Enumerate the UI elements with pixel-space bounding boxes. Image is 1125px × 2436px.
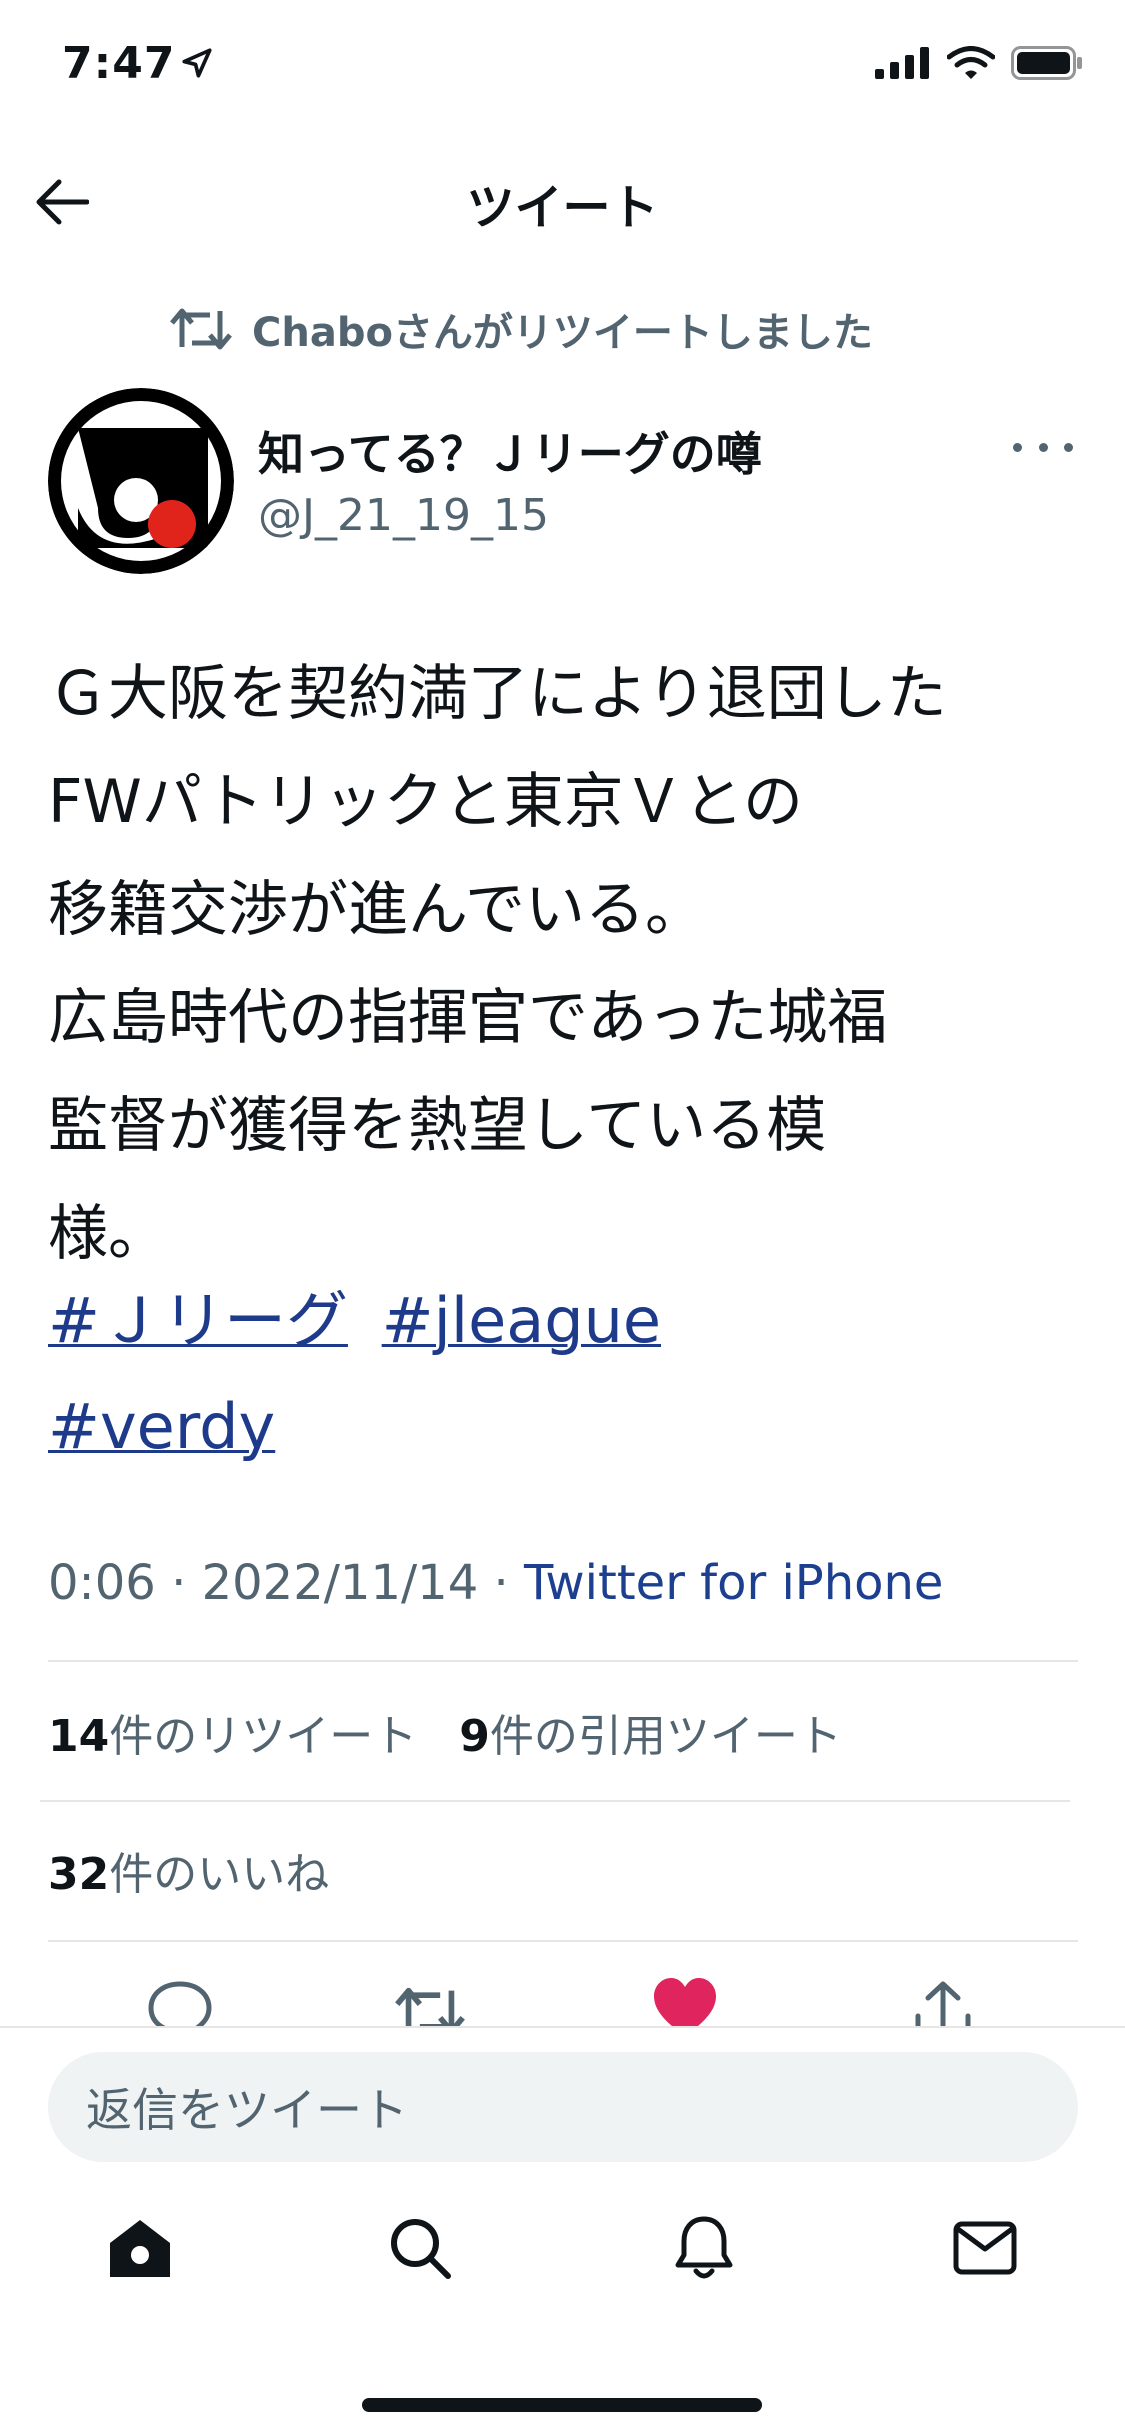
retweet-button[interactable] [395,1976,465,2026]
reply-input[interactable]: 返信をツイート [48,2052,1078,2162]
home-indicator [362,2398,762,2412]
retweets-label: 件のリツイート [109,1711,418,1762]
meta-separator: · [171,1555,187,1611]
quotes-stat[interactable]: 9件の引用ツイート [459,1711,842,1762]
wifi-icon [947,46,995,79]
tab-bar [0,2208,1125,2318]
retweet-notice-text: Chaboさんがリツイートしました [252,310,873,356]
more-options-button[interactable] [1013,432,1073,462]
bottom-panel: 返信をツイート [0,2026,1125,2436]
hashtag-link-jleague[interactable]: #jleague [382,1284,661,1357]
retweets-stat[interactable]: 14件のリツイート [48,1711,417,1762]
divider [48,1660,1078,1662]
hashtag-link-jleague-jp[interactable]: #Ｊリーグ [48,1284,348,1357]
quotes-count: 9 [459,1711,490,1762]
reply-icon [148,1981,212,2026]
tweet-time: 0:06 [48,1555,156,1611]
meta-separator: · [493,1555,509,1611]
like-button[interactable] [652,1976,722,2026]
share-button[interactable] [908,1976,978,2026]
retweets-count: 14 [48,1711,110,1762]
status-bar: 7:47 [0,0,1125,132]
tab-notifications[interactable] [664,2208,744,2288]
messages-icon [953,2221,1017,2275]
hashtag-link-verdy[interactable]: #verdy [48,1390,275,1463]
share-icon [915,1981,971,2026]
tweet-action-bar [0,1970,1125,2026]
retweet-notice[interactable]: Chaboさんがリツイートしました [170,300,873,358]
more-icon-dot [1038,442,1048,452]
avatar[interactable] [48,388,234,574]
hashtag-list: #Ｊリーグ #jleague #verdy [48,1268,1088,1480]
tab-search[interactable] [380,2208,460,2288]
notifications-icon [675,2216,733,2279]
likes-count: 32 [48,1849,110,1900]
tweet-text: Ｇ大阪を契約満了により退団した FWパトリックと東京Ｖとの 移籍交渉が進んでいる… [48,659,947,1269]
author-handle[interactable]: @J_21_19_15 [258,490,549,541]
tab-messages[interactable] [945,2208,1025,2288]
likes-label: 件のいいね [109,1849,330,1900]
navigation-header: ツイート [0,150,1125,250]
tweet-source-link[interactable]: Twitter for iPhone [524,1555,943,1611]
stats-row-retweets: 14件のリツイート 9件の引用ツイート [48,1700,842,1764]
reply-button[interactable] [145,1976,215,2026]
author-name[interactable]: 知ってる？Ｊリーグの噂 [258,418,762,484]
like-icon [654,1978,716,2026]
tweet-date: 2022/11/14 [201,1555,479,1611]
location-arrow-icon [182,48,212,78]
divider [48,1940,1078,1942]
more-icon-dot [1064,442,1073,452]
tweet-meta: 0:06 · 2022/11/14 · Twitter for iPhone [48,1555,943,1611]
page-title: ツイート [466,180,659,236]
status-time: 7:47 [62,38,176,89]
likes-stat[interactable]: 32件のいいね [48,1838,329,1902]
home-icon [110,2220,170,2277]
quotes-label: 件の引用ツイート [489,1711,842,1762]
more-icon [1013,442,1022,452]
retweet-icon [170,308,232,350]
battery-icon [1011,46,1082,80]
divider [40,1800,1070,1802]
jleague-logo-icon [48,388,234,574]
tab-home[interactable] [100,2208,180,2288]
retweet-icon [395,1987,465,2026]
status-indicators [875,46,1083,80]
signal-icon [875,47,929,79]
reply-placeholder: 返信をツイート [86,2083,408,2137]
search-icon [391,2219,451,2279]
